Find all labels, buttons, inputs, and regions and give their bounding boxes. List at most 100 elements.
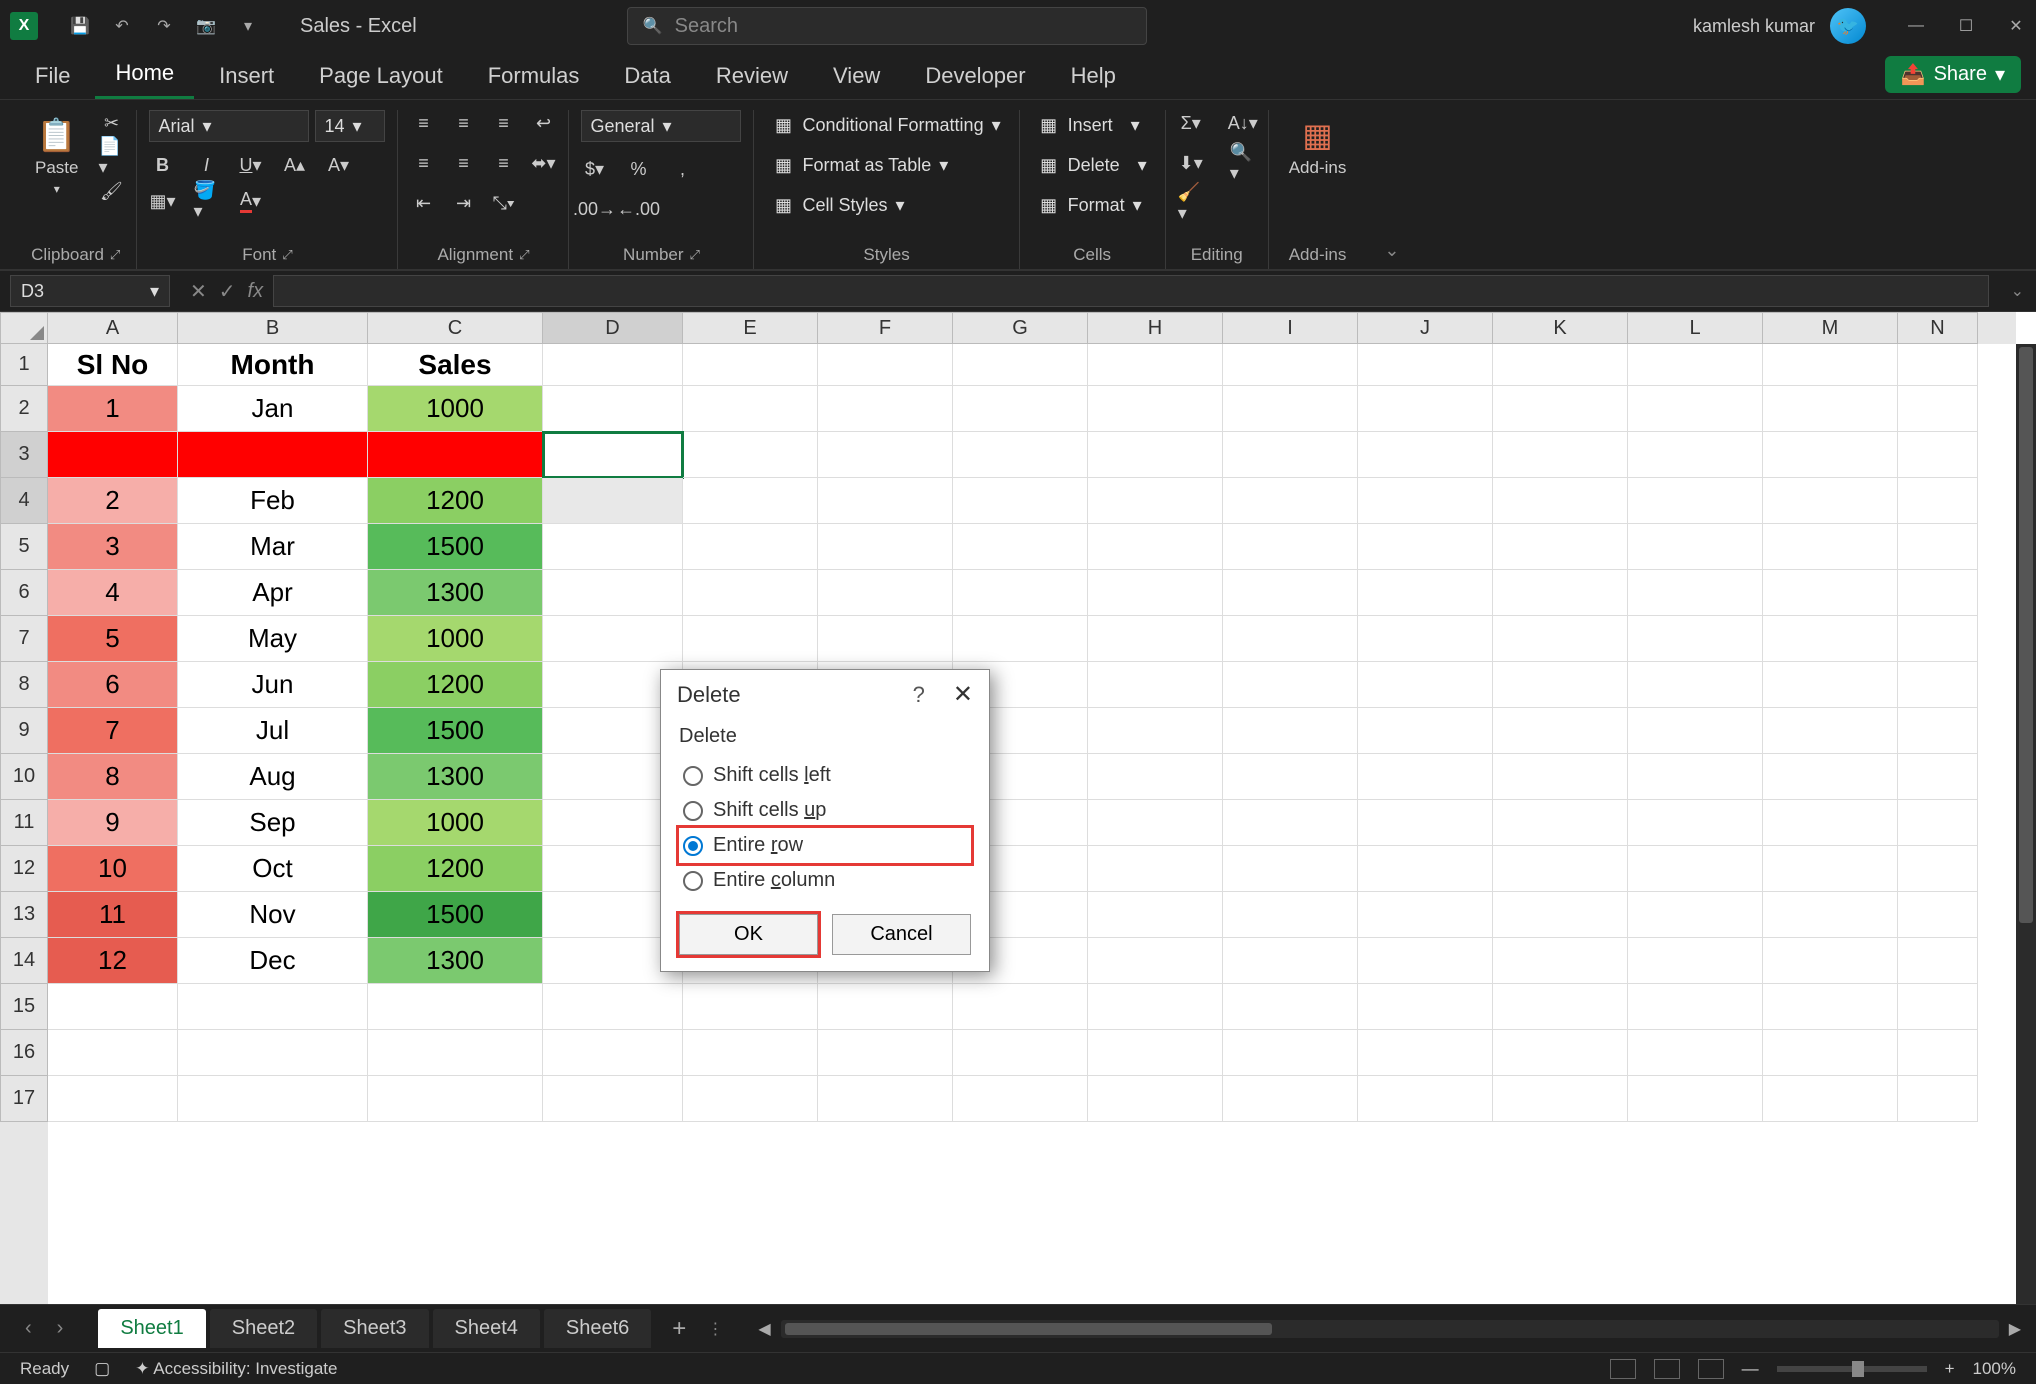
tab-developer[interactable]: Developer [905,55,1045,99]
cell-B11[interactable]: Sep [178,800,368,846]
cell-J9[interactable] [1358,708,1493,754]
cell-B12[interactable]: Oct [178,846,368,892]
undo-icon[interactable]: ↶ [110,14,134,38]
cell-K7[interactable] [1493,616,1628,662]
cut-icon[interactable]: ✂ [98,110,124,136]
cell-M3[interactable] [1763,432,1898,478]
cell-N12[interactable] [1898,846,1978,892]
column-header-H[interactable]: H [1088,312,1223,344]
enter-formula-icon[interactable]: ✓ [219,279,236,304]
row-header-2[interactable]: 2 [0,386,48,432]
add-sheet-button[interactable]: + [656,1315,702,1343]
cell-B4[interactable]: Feb [178,478,368,524]
cell-B3[interactable] [178,432,368,478]
search-box[interactable]: 🔍 Search [627,7,1147,45]
cell-D4[interactable] [543,478,683,524]
font-color-icon[interactable]: A▾ [237,188,263,214]
cell-I15[interactable] [1223,984,1358,1030]
cell-N4[interactable] [1898,478,1978,524]
column-header-F[interactable]: F [818,312,953,344]
cell-L16[interactable] [1628,1030,1763,1076]
formula-input[interactable] [273,275,1989,307]
fx-icon[interactable]: fx [248,280,264,303]
expand-formula-bar-icon[interactable]: ⌄ [1999,281,2036,301]
cell-J10[interactable] [1358,754,1493,800]
user-avatar[interactable]: 🐦 [1830,8,1866,44]
row-header-8[interactable]: 8 [0,662,48,708]
row-header-4[interactable]: 4 [0,478,48,524]
cancel-formula-icon[interactable]: ✕ [190,279,207,304]
cell-I3[interactable] [1223,432,1358,478]
cell-M11[interactable] [1763,800,1898,846]
cell-L15[interactable] [1628,984,1763,1030]
cell-H17[interactable] [1088,1076,1223,1122]
cell-K12[interactable] [1493,846,1628,892]
cell-B13[interactable]: Nov [178,892,368,938]
qat-dropdown-icon[interactable]: ▾ [236,14,260,38]
fill-color-icon[interactable]: 🪣▾ [193,188,219,214]
name-box[interactable]: D3▾ [10,275,170,307]
cell-M17[interactable] [1763,1076,1898,1122]
cell-I2[interactable] [1223,386,1358,432]
cell-B1[interactable]: Month [178,344,368,386]
row-header-3[interactable]: 3 [0,432,48,478]
minimize-button[interactable]: — [1906,16,1926,36]
cell-N8[interactable] [1898,662,1978,708]
cell-K2[interactable] [1493,386,1628,432]
tab-page-layout[interactable]: Page Layout [299,55,463,99]
cell-B9[interactable]: Jul [178,708,368,754]
cell-F15[interactable] [818,984,953,1030]
cell-M14[interactable] [1763,938,1898,984]
number-format-dropdown[interactable]: General▾ [581,110,741,142]
cell-J8[interactable] [1358,662,1493,708]
radio-entire-row[interactable]: Entire row [679,828,971,863]
cell-C16[interactable] [368,1030,543,1076]
cell-H1[interactable] [1088,344,1223,386]
autosum-icon[interactable]: Σ▾ [1178,110,1204,136]
cell-I10[interactable] [1223,754,1358,800]
redo-icon[interactable]: ↷ [152,14,176,38]
currency-icon[interactable]: $▾ [581,156,607,182]
cell-G6[interactable] [953,570,1088,616]
find-select-icon[interactable]: 🔍▾ [1230,150,1256,176]
dialog-help-button[interactable]: ? [913,682,925,708]
cell-I7[interactable] [1223,616,1358,662]
orientation-icon[interactable]: ⤡▾ [490,190,516,216]
cell-G17[interactable] [953,1076,1088,1122]
sheet-tab-sheet2[interactable]: Sheet2 [210,1309,317,1348]
cell-J14[interactable] [1358,938,1493,984]
cell-L14[interactable] [1628,938,1763,984]
cell-H9[interactable] [1088,708,1223,754]
page-break-view-button[interactable] [1698,1359,1724,1379]
cell-E2[interactable] [683,386,818,432]
radio-entire-column[interactable]: Entire column [679,863,971,898]
cell-H3[interactable] [1088,432,1223,478]
cell-K17[interactable] [1493,1076,1628,1122]
sheet-tab-sheet1[interactable]: Sheet1 [98,1309,205,1348]
column-header-E[interactable]: E [683,312,818,344]
sheet-nav-prev[interactable]: ‹ [15,1317,42,1340]
cell-C3[interactable] [368,432,543,478]
sort-filter-icon[interactable]: A↓▾ [1230,110,1256,136]
cell-E15[interactable] [683,984,818,1030]
align-middle-icon[interactable]: ≡ [450,110,476,136]
tab-home[interactable]: Home [95,52,194,99]
cell-E4[interactable] [683,478,818,524]
cell-M8[interactable] [1763,662,1898,708]
sheet-nav-next[interactable]: › [47,1317,74,1340]
cell-A14[interactable]: 12 [48,938,178,984]
cell-F4[interactable] [818,478,953,524]
align-top-icon[interactable]: ≡ [410,110,436,136]
close-button[interactable]: ✕ [2006,16,2026,36]
format-as-table-button[interactable]: ▦Format as Table ▾ [766,150,1006,180]
cell-M12[interactable] [1763,846,1898,892]
cell-L17[interactable] [1628,1076,1763,1122]
cell-H4[interactable] [1088,478,1223,524]
dialog-launcher-icon[interactable]: ⤢ [282,247,292,263]
cell-L4[interactable] [1628,478,1763,524]
cell-A3[interactable] [48,432,178,478]
column-header-A[interactable]: A [48,312,178,344]
cell-M9[interactable] [1763,708,1898,754]
row-header-13[interactable]: 13 [0,892,48,938]
cell-K6[interactable] [1493,570,1628,616]
